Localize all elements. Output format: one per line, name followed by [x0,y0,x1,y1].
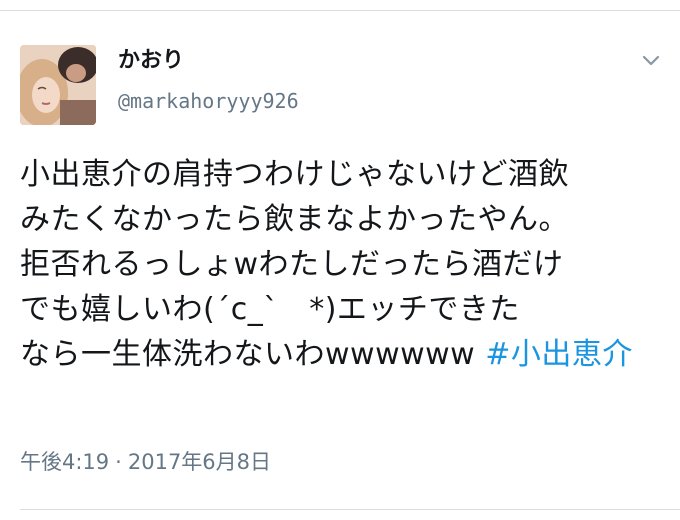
tweet-text: 小出恵介の肩持つわけじゃないけど酒飲 みたくなかったら飲まなよかったやん。 拒否… [20,152,670,377]
avatar[interactable] [20,45,96,125]
tweet-line: でも嬉しいわ(´c_` *)エッチできた [20,292,520,327]
tweet-time: 午後4:19 [20,450,110,474]
chevron-down-icon[interactable] [640,52,662,70]
tweet-line-text: なら一生体洗わないわwwwwww [20,337,486,372]
tweet-line: 拒否れるっしょwわたしだったら酒だけ [20,247,564,282]
tweet-date: 2017年6月8日 [127,450,272,474]
user-handle[interactable]: @markahoryyy926 [118,88,299,114]
tweet-line-last: なら一生体洗わないわwwwwww #小出恵介 [20,332,670,377]
tweet-line: 小出恵介の肩持つわけじゃないけど酒飲 [20,157,569,192]
bottom-divider [20,509,680,510]
timestamp-separator: · [115,450,122,474]
avatar-photo-icon [20,45,96,125]
display-name[interactable]: かおり [118,46,184,76]
hashtag-link[interactable]: #小出恵介 [485,337,633,372]
tweet-timestamp[interactable]: 午後4:19 · 2017年6月8日 [20,447,271,477]
top-divider [0,10,680,11]
tweet-line: みたくなかったら飲まなよかったやん。 [20,202,569,237]
